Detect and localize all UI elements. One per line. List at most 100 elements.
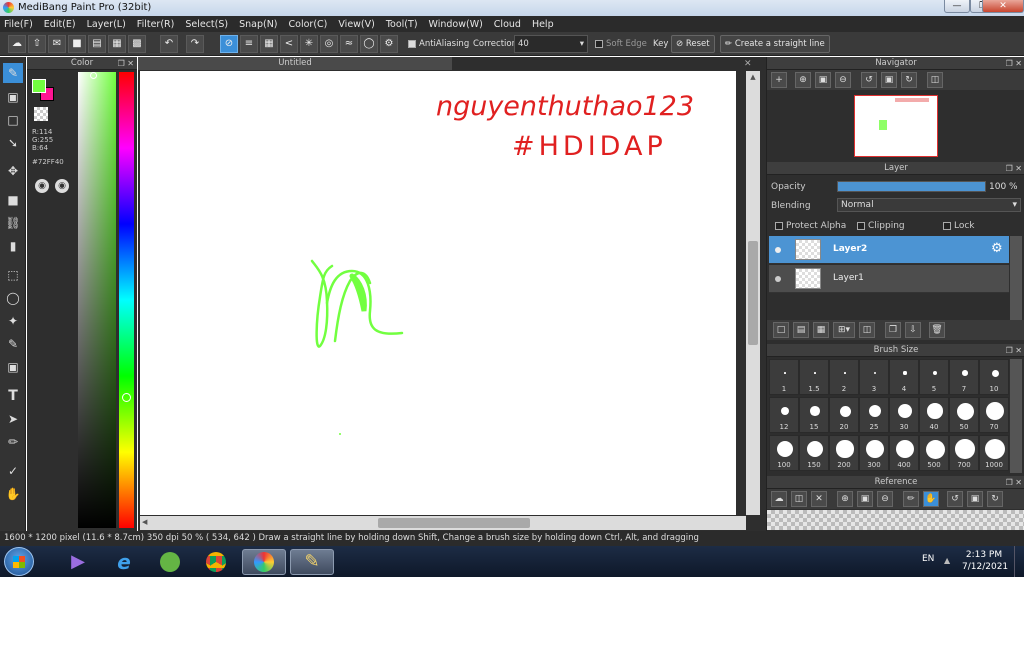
close-reference-icon[interactable]: ✕ bbox=[811, 491, 827, 507]
vertical-scrollbar[interactable]: ▲ bbox=[746, 71, 760, 515]
menu-color[interactable]: Color(C) bbox=[289, 19, 328, 30]
cloud-download-icon[interactable]: ☁ bbox=[771, 491, 787, 507]
menu-cloud[interactable]: Cloud bbox=[494, 19, 521, 30]
menu-filter[interactable]: Filter(R) bbox=[137, 19, 175, 30]
redo-icon[interactable]: ↷ bbox=[186, 35, 204, 53]
eyedropper-tool-icon[interactable]: ✓ bbox=[3, 461, 23, 481]
snap-radial-icon[interactable]: ✳ bbox=[300, 35, 318, 53]
brush-size-cell[interactable]: 100 bbox=[769, 435, 799, 471]
layer-row-layer2[interactable]: Layer2 ⚙ bbox=[769, 236, 1009, 264]
snap-settings-icon[interactable]: ⚙ bbox=[380, 35, 398, 53]
grid-icon[interactable]: ▩ bbox=[128, 35, 146, 53]
layer-row-layer1[interactable]: Layer1 bbox=[769, 265, 1009, 293]
navigator-preview[interactable] bbox=[854, 95, 938, 157]
brush-size-cell[interactable]: 20 bbox=[829, 397, 859, 433]
brush-size-cell[interactable]: 15 bbox=[799, 397, 829, 433]
snap-curve-icon[interactable]: ≈ bbox=[340, 35, 358, 53]
horizontal-scrollbar[interactable]: ◀ bbox=[140, 516, 746, 530]
horizontal-scroll-thumb[interactable] bbox=[378, 518, 530, 528]
close-button[interactable]: ✕ bbox=[982, 0, 1024, 13]
brush-tool-icon[interactable]: ✎ bbox=[3, 63, 23, 83]
brush-size-cell[interactable]: 150 bbox=[799, 435, 829, 471]
flip-icon[interactable]: ◫ bbox=[927, 72, 943, 88]
layer-settings-gear-icon[interactable]: ⚙ bbox=[991, 241, 1003, 256]
rotate-reset-icon[interactable]: ▣ bbox=[881, 72, 897, 88]
palette-add-icon[interactable]: ◉ bbox=[55, 179, 69, 193]
menu-select[interactable]: Select(S) bbox=[185, 19, 228, 30]
magic-wand-tool-icon[interactable]: ✦ bbox=[3, 311, 23, 331]
hue-slider-handle[interactable] bbox=[122, 393, 131, 402]
antialiasing-checkbox[interactable]: AntiAliasing bbox=[408, 35, 469, 53]
reset-button[interactable]: ⊘ Reset bbox=[671, 35, 715, 53]
snap-perspective-icon[interactable]: < bbox=[280, 35, 298, 53]
fill-rect-tool-icon[interactable]: ■ bbox=[3, 190, 23, 210]
brush-size-cell[interactable]: 3 bbox=[859, 359, 889, 395]
brush-size-cell[interactable]: 70 bbox=[979, 397, 1009, 433]
saturation-value-picker[interactable] bbox=[78, 72, 116, 528]
zoom-in-plus-icon[interactable]: ⊕ bbox=[795, 72, 811, 88]
layout-icon[interactable]: ▦ bbox=[108, 35, 126, 53]
select-eraser-tool-icon[interactable]: ▣ bbox=[3, 357, 23, 377]
brush-size-cell[interactable]: 300 bbox=[859, 435, 889, 471]
delete-layer-icon[interactable]: 🗑 bbox=[929, 322, 945, 338]
blur-tool-icon[interactable]: ➘ bbox=[3, 133, 23, 153]
close-icon[interactable]: ❐ ✕ bbox=[1006, 57, 1022, 70]
chrome-icon[interactable] bbox=[194, 549, 238, 575]
visual-studio-icon[interactable]: ▶ bbox=[56, 549, 100, 575]
zoom-out-icon[interactable]: ⊖ bbox=[877, 491, 893, 507]
menu-edit[interactable]: Edit(E) bbox=[44, 19, 76, 30]
rotate-right-icon[interactable]: ↻ bbox=[901, 72, 917, 88]
blending-select[interactable]: Normal ▾ bbox=[837, 198, 1021, 212]
soft-edge-checkbox[interactable]: Soft Edge bbox=[595, 35, 647, 53]
language-indicator[interactable]: EN bbox=[922, 554, 934, 564]
comment-icon[interactable]: ✉ bbox=[48, 35, 66, 53]
vertical-scroll-thumb[interactable] bbox=[748, 241, 758, 345]
brush-size-cell[interactable]: 7 bbox=[949, 359, 979, 395]
brush-size-cell[interactable]: 40 bbox=[919, 397, 949, 433]
correction-select[interactable]: 40 ▾ bbox=[514, 35, 588, 53]
open-folder-icon[interactable]: ◫ bbox=[791, 491, 807, 507]
tab-close-icon[interactable]: ✕ bbox=[744, 59, 752, 69]
cloud-icon[interactable]: ☁ bbox=[8, 35, 26, 53]
snap-off-icon[interactable]: ⊘ bbox=[220, 35, 238, 53]
close-icon[interactable]: ❐ ✕ bbox=[1006, 476, 1022, 489]
menu-layer[interactable]: Layer(L) bbox=[87, 19, 126, 30]
bucket-tool-icon[interactable]: ⛓ bbox=[3, 213, 23, 233]
hue-slider[interactable] bbox=[119, 72, 134, 528]
opacity-slider[interactable] bbox=[837, 181, 986, 192]
coccoc-browser-icon[interactable] bbox=[148, 549, 192, 575]
fit-icon[interactable]: ▣ bbox=[857, 491, 873, 507]
hand-icon[interactable]: ✋ bbox=[923, 491, 939, 507]
text-tool-icon[interactable]: T bbox=[3, 386, 23, 406]
zoom-in-icon[interactable]: + bbox=[771, 72, 787, 88]
brush-size-cell[interactable]: 1.5 bbox=[799, 359, 829, 395]
document-tab[interactable]: Untitled bbox=[138, 57, 452, 70]
hand-tool-icon[interactable]: ✋ bbox=[3, 484, 23, 504]
snap-circle-icon[interactable]: ◎ bbox=[320, 35, 338, 53]
document-icon[interactable]: ▤ bbox=[88, 35, 106, 53]
brush-size-cell[interactable]: 1000 bbox=[979, 435, 1009, 471]
show-desktop-button[interactable] bbox=[1014, 546, 1024, 577]
chat-icon[interactable]: ■ bbox=[68, 35, 86, 53]
move-tool-icon[interactable]: ✥ bbox=[3, 161, 23, 181]
brush-size-cell[interactable]: 1 bbox=[769, 359, 799, 395]
protect-alpha-checkbox[interactable]: Protect Alpha bbox=[775, 221, 846, 231]
brush-size-cell[interactable]: 25 bbox=[859, 397, 889, 433]
rotate-left-icon[interactable]: ↺ bbox=[861, 72, 877, 88]
brush-size-scrollbar[interactable] bbox=[1010, 359, 1022, 473]
menu-snap[interactable]: Snap(N) bbox=[239, 19, 277, 30]
add-layer-dropdown-icon[interactable]: ⊞▾ bbox=[833, 322, 855, 338]
scroll-up-icon[interactable]: ▲ bbox=[748, 73, 758, 83]
lasso-tool-icon[interactable]: ◯ bbox=[3, 288, 23, 308]
fit-icon[interactable]: ▣ bbox=[815, 72, 831, 88]
brush-size-cell[interactable]: 12 bbox=[769, 397, 799, 433]
visibility-icon[interactable] bbox=[775, 276, 781, 282]
zoom-in-icon[interactable]: ⊕ bbox=[837, 491, 853, 507]
menu-view[interactable]: View(V) bbox=[338, 19, 374, 30]
folder-icon[interactable]: ◫ bbox=[859, 322, 875, 338]
undo-icon[interactable]: ↶ bbox=[160, 35, 178, 53]
menu-file[interactable]: File(F) bbox=[4, 19, 33, 30]
brush-size-cell[interactable]: 2 bbox=[829, 359, 859, 395]
divide-tool-icon[interactable]: ✏ bbox=[3, 432, 23, 452]
paint-taskbar-item[interactable]: ✎ bbox=[290, 549, 334, 575]
